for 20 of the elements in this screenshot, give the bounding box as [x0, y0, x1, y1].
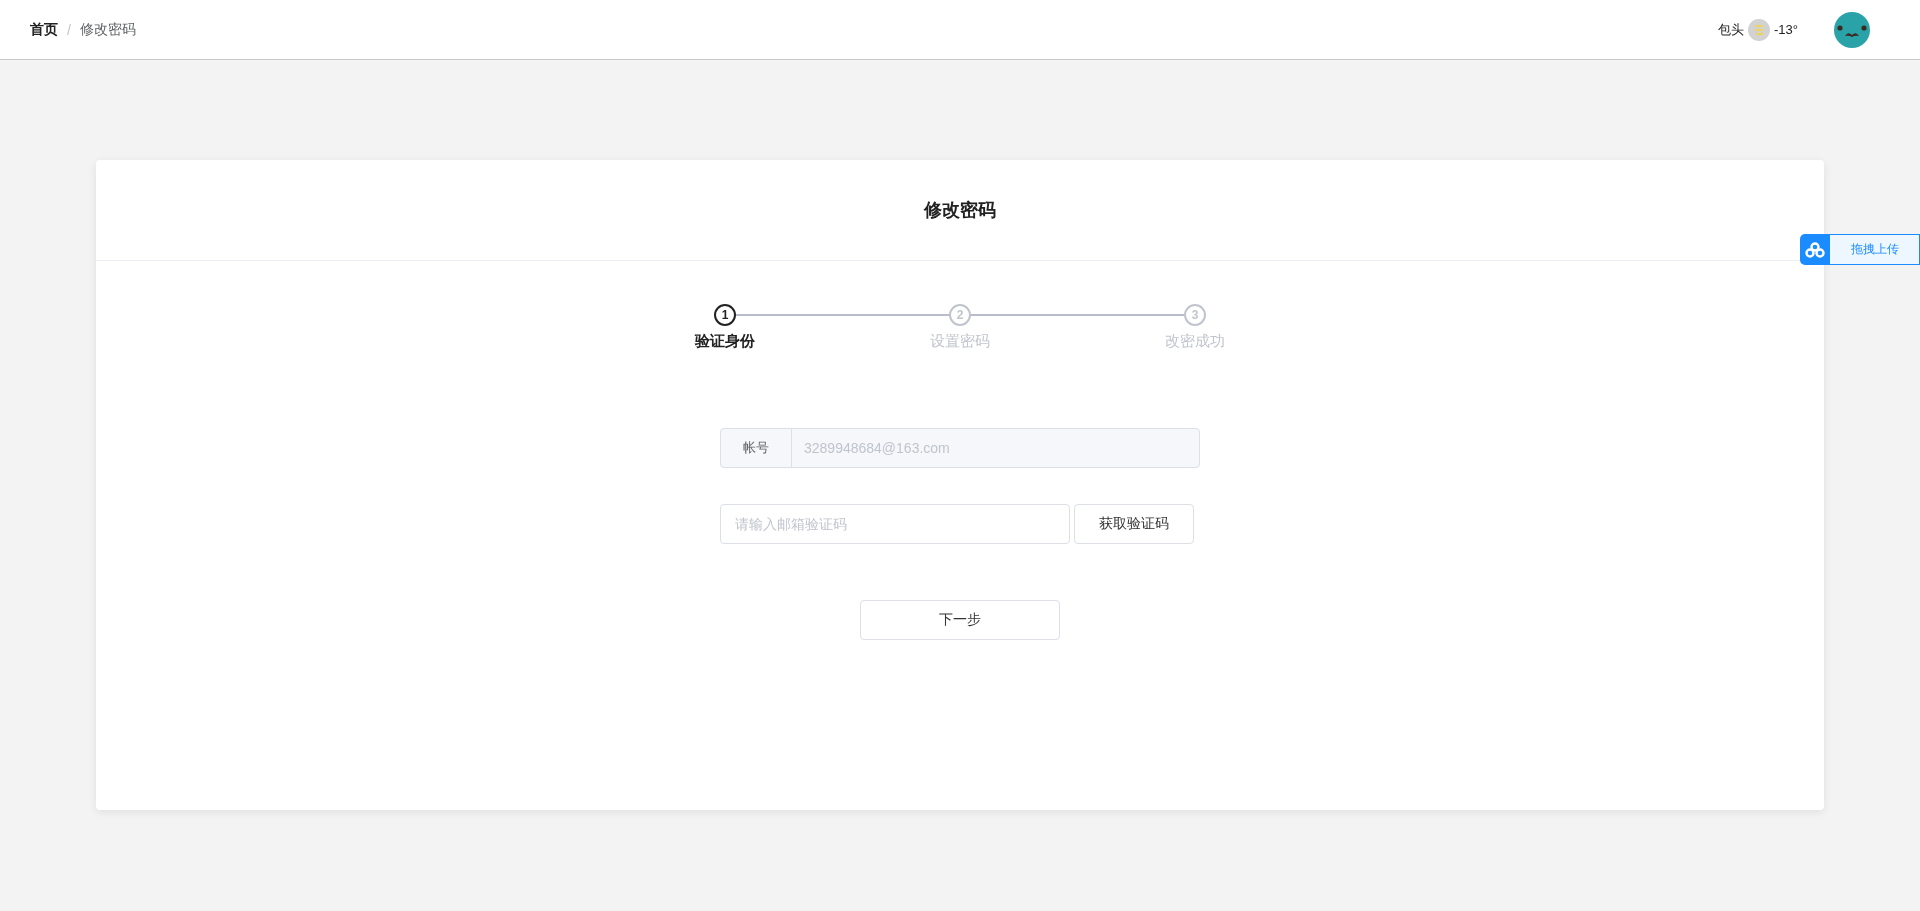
breadcrumb-separator: / — [67, 21, 71, 38]
verification-code-field[interactable]: 请输入邮箱验证码 — [720, 504, 1070, 544]
step-label: 改密成功 — [1165, 332, 1225, 351]
step-label: 设置密码 — [930, 332, 990, 351]
account-label: 帐号 — [721, 429, 792, 467]
cloud-icon-tile[interactable] — [1800, 234, 1830, 265]
avatar-icon[interactable] — [1834, 11, 1870, 48]
step-number: 1 — [714, 304, 736, 326]
breadcrumb-link[interactable]: 首页 — [30, 20, 58, 39]
breadcrumb-link[interactable]: 修改密码 — [79, 20, 136, 39]
city-name: 包头 — [1718, 20, 1744, 39]
cloud-icon — [1805, 241, 1825, 258]
temperature: -13° — [1774, 22, 1798, 37]
weather-icon — [1748, 18, 1770, 41]
card-title: 修改密码 — [924, 199, 996, 222]
next-step-button[interactable]: 下一步 — [860, 600, 1060, 640]
get-code-button[interactable]: 获取验证码 — [1074, 504, 1194, 544]
step-number: 2 — [949, 304, 971, 326]
step-number: 3 — [1184, 304, 1206, 326]
step-label: 验证身份 — [695, 332, 755, 351]
